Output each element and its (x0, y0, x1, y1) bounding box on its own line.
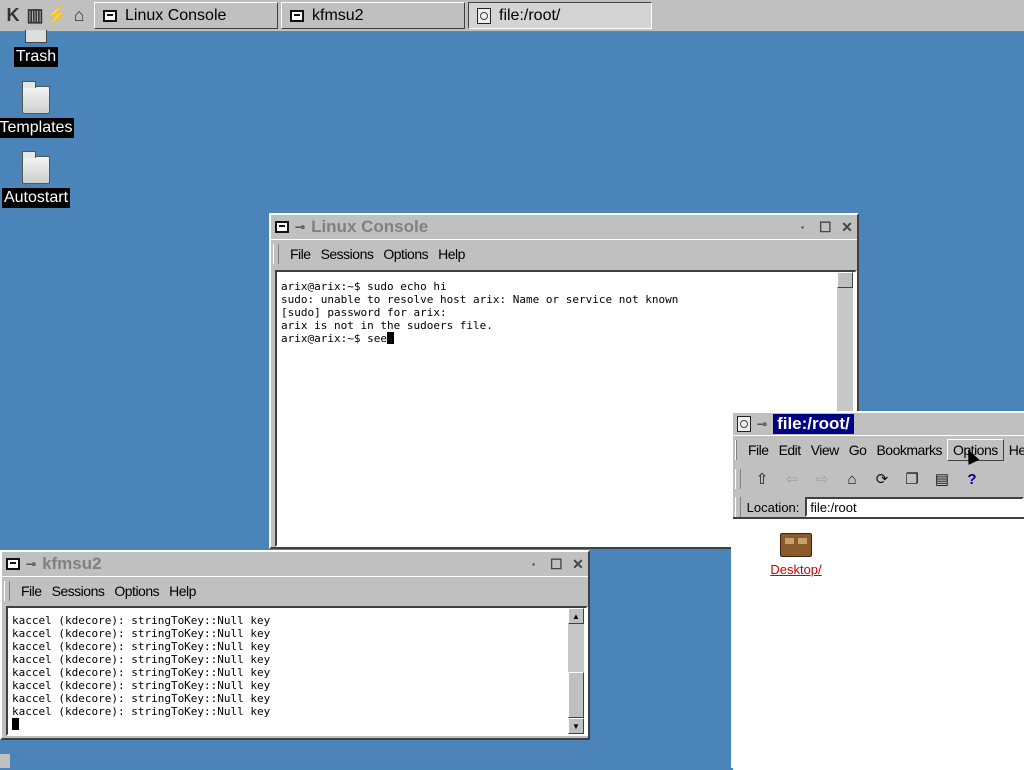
text-cursor (386, 332, 394, 344)
maximize-icon[interactable]: ☐ (819, 219, 832, 236)
menubar-handle[interactable] (273, 244, 279, 264)
minimize-icon[interactable]: · (528, 556, 540, 573)
back-arrow-icon[interactable]: ⇦ (777, 470, 807, 488)
minimize-icon[interactable]: · (797, 219, 809, 236)
kde-menu-button[interactable]: K (2, 3, 24, 29)
terminal-line: kaccel (kdecore): stringToKey::Null key (12, 666, 271, 679)
menu-options[interactable]: Options (109, 581, 164, 601)
kfmsu2-window: ⊸ kfmsu2 · ☐ ✕ File Sessions Options Hel… (0, 550, 590, 740)
pin-icon[interactable]: ⊸ (295, 220, 305, 234)
kfmsu2-titlebar[interactable]: ⊸ kfmsu2 · ☐ ✕ (2, 552, 588, 576)
close-icon[interactable]: ✕ (841, 219, 853, 236)
terminal-line: kaccel (kdecore): stringToKey::Null key (12, 614, 271, 627)
maximize-icon[interactable]: ☐ (550, 556, 563, 573)
desktop-icon-trash[interactable]: Trash (0, 30, 76, 67)
terminal-line: kaccel (kdecore): stringToKey::Null key (12, 679, 271, 692)
kfmsu2-scrollbar[interactable]: ▲ ▼ (568, 608, 584, 734)
lightning-icon[interactable]: ⚡ (46, 3, 68, 29)
scroll-up-arrow-icon[interactable]: ▲ (568, 608, 584, 624)
terminal-line: kaccel (kdecore): stringToKey::Null key (12, 653, 271, 666)
terminal-line: kaccel (kdecore): stringToKey::Null key (12, 640, 271, 653)
desktop-icon-templates[interactable]: Templates (0, 81, 76, 138)
trash-icon (25, 30, 47, 43)
file-manager-window: ⊸ file:/root/ File Edit View Go Bookmark… (731, 411, 1024, 770)
linux-console-menubar: File Sessions Options Help (271, 239, 857, 268)
task-kfmsu2[interactable]: kfmsu2 (281, 2, 465, 29)
home-folder-icon[interactable]: ⌂ (68, 3, 90, 29)
scrollbar-thumb[interactable] (568, 672, 584, 718)
terminal-icon (103, 9, 117, 22)
file-manager-titlebar[interactable]: ⊸ file:/root/ (733, 413, 1024, 435)
menu-view[interactable]: View (806, 440, 844, 460)
menu-edit[interactable]: Edit (774, 440, 806, 460)
task-file-root[interactable]: file:/root/ (468, 2, 652, 29)
window-list-icon[interactable]: ▥ (24, 3, 46, 29)
file-item-desktop[interactable]: Desktop/ (761, 533, 831, 577)
up-arrow-icon[interactable]: ⇧ (747, 470, 777, 488)
launcher-group: K ▥ ⚡ ⌂ (0, 0, 94, 31)
kfmsu2-menubar: File Sessions Options Help (2, 576, 588, 605)
folder-icon (22, 81, 50, 114)
folder-icon (22, 151, 50, 184)
text-cursor (12, 718, 19, 730)
terminal-line: kaccel (kdecore): stringToKey::Null key (12, 627, 271, 640)
reload-icon[interactable]: ⟳ (867, 470, 897, 488)
terminal-line: arix is not in the sudoers file. (281, 319, 493, 332)
location-input[interactable] (805, 497, 1024, 517)
file-manager-icon (477, 7, 491, 24)
terminal-icon (290, 9, 304, 22)
desktop-icon-autostart[interactable]: Autostart (0, 151, 76, 208)
menu-file[interactable]: File (16, 581, 47, 601)
paste-icon[interactable]: ▤ (927, 470, 957, 488)
location-handle[interactable] (735, 497, 741, 517)
taskbar: K ▥ ⚡ ⌂ Linux Console kfmsu2 file:/root/ (0, 0, 1024, 32)
menu-options[interactable]: Options (378, 244, 433, 264)
help-icon[interactable]: ? (957, 471, 987, 488)
copy-icon[interactable]: ❐ (897, 470, 927, 488)
menubar-handle[interactable] (735, 440, 737, 460)
menu-file[interactable]: File (743, 440, 774, 460)
menu-help[interactable]: Help (433, 244, 470, 264)
location-label: Location: (746, 499, 800, 515)
home-icon[interactable]: ⌂ (837, 471, 867, 488)
desk-icon (780, 533, 812, 557)
menu-sessions[interactable]: Sessions (316, 244, 379, 264)
file-manager-icon[interactable] (737, 416, 751, 432)
terminal-prompt-line (12, 718, 582, 731)
terminal-line: arix@arix:~$ sudo echo hi (281, 280, 447, 293)
toolbar-handle[interactable] (735, 469, 741, 489)
menu-help[interactable]: Help (164, 581, 201, 601)
pin-icon[interactable]: ⊸ (26, 557, 36, 571)
task-linux-console[interactable]: Linux Console (94, 2, 278, 29)
menu-bookmarks[interactable]: Bookmarks (871, 440, 947, 460)
menu-file[interactable]: File (285, 244, 316, 264)
terminal-line: [sudo] password for arix: (281, 306, 447, 319)
file-manager-menubar: File Edit View Go Bookmarks Options Help (733, 435, 1024, 464)
terminal-line: kaccel (kdecore): stringToKey::Null key (12, 692, 271, 705)
scroll-down-arrow-icon[interactable]: ▼ (568, 718, 584, 734)
terminal-icon[interactable] (6, 558, 20, 570)
menubar-handle[interactable] (4, 581, 10, 601)
menu-go[interactable]: Go (844, 440, 872, 460)
terminal-prompt-line: arix@arix:~$ see (281, 332, 851, 345)
file-manager-toolbar: ⇧ ⇦ ⇨ ⌂ ⟳ ❐ ▤ ? (733, 464, 1024, 494)
terminal-line: kaccel (kdecore): stringToKey::Null key (12, 705, 271, 718)
menu-help[interactable]: Help (1004, 440, 1024, 460)
close-icon[interactable]: ✕ (572, 556, 584, 573)
terminal-icon[interactable] (275, 221, 289, 233)
terminal-line: sudo: unable to resolve host arix: Name … (281, 293, 679, 306)
menu-sessions[interactable]: Sessions (47, 581, 110, 601)
kfmsu2-terminal[interactable]: kaccel (kdecore): stringToKey::Null key k… (6, 606, 588, 736)
file-manager-view[interactable]: Desktop/ (733, 517, 1024, 770)
linux-console-titlebar[interactable]: ⊸ Linux Console · ☐ ✕ (271, 215, 857, 239)
pin-icon[interactable]: ⊸ (757, 417, 767, 431)
desktop-corner-grip (0, 754, 10, 768)
forward-arrow-icon[interactable]: ⇨ (807, 470, 837, 488)
scrollbar-thumb[interactable] (837, 272, 853, 288)
